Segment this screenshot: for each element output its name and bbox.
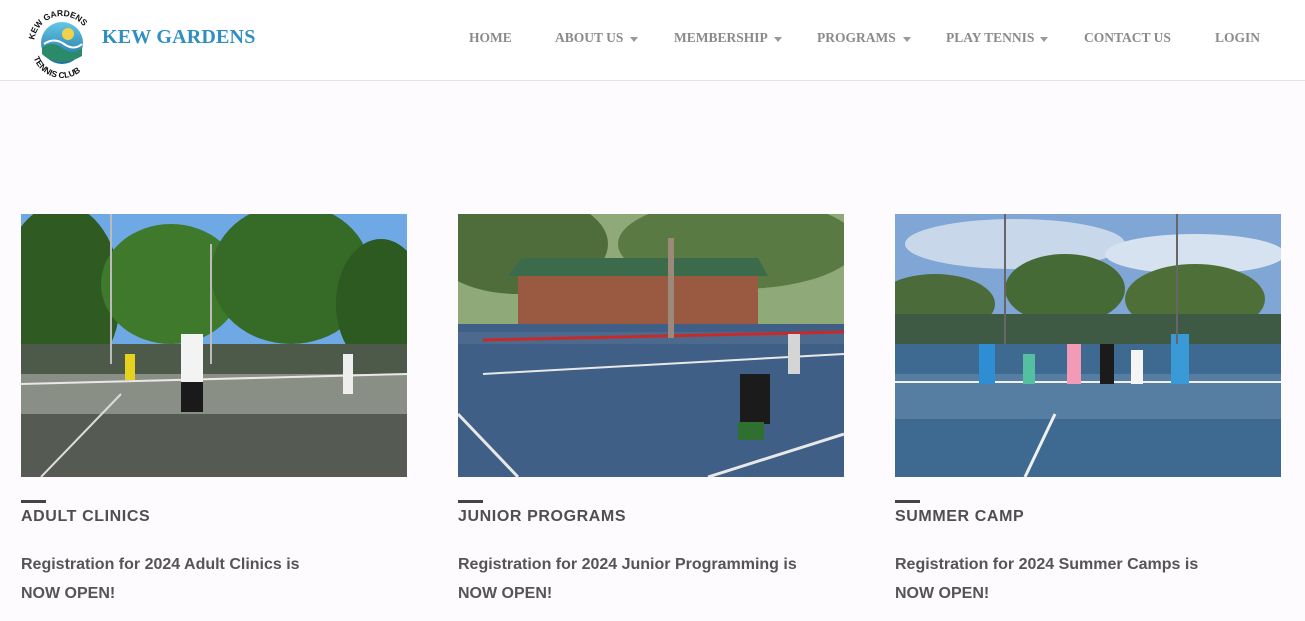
nav-login[interactable]: LOGIN <box>1215 30 1260 46</box>
chevron-down-icon[interactable] <box>903 37 911 42</box>
card-accent-rule <box>895 500 920 503</box>
adult-clinics-photo[interactable] <box>21 214 407 477</box>
card-accent-rule <box>458 500 483 503</box>
card-junior-programs: JUNIOR PROGRAMS Registration for 2024 Ju… <box>458 214 844 602</box>
nav-about-us[interactable]: ABOUT US <box>555 30 623 46</box>
card-text-line: Registration for 2024 Summer Camps is <box>895 556 1199 573</box>
card-description: Registration for 2024 Adult Clinics is N… <box>21 550 401 608</box>
nav-play-tennis[interactable]: PLAY TENNIS <box>946 30 1034 46</box>
card-accent-rule <box>21 500 46 503</box>
nav-programs[interactable]: PROGRAMS <box>817 30 896 46</box>
card-summer-camp: SUMMER CAMP Registration for 2024 Summer… <box>895 214 1281 602</box>
card-adult-clinics: ADULT CLINICS Registration for 2024 Adul… <box>21 214 407 602</box>
card-title[interactable]: ADULT CLINICS <box>21 508 150 526</box>
card-title[interactable]: SUMMER CAMP <box>895 508 1024 526</box>
card-text-line: Registration for 2024 Adult Clinics is <box>21 556 300 573</box>
card-text-line: NOW OPEN! <box>458 585 553 602</box>
nav-contact-us[interactable]: CONTACT US <box>1084 30 1171 46</box>
chevron-down-icon[interactable] <box>774 37 782 42</box>
card-text-line: Registration for 2024 Junior Programming… <box>458 556 797 573</box>
card-description: Registration for 2024 Junior Programming… <box>458 550 838 608</box>
nav-home[interactable]: HOME <box>469 30 512 46</box>
card-title[interactable]: JUNIOR PROGRAMS <box>458 508 626 526</box>
nav-membership[interactable]: MEMBERSHIP <box>674 30 768 46</box>
summer-camp-photo[interactable] <box>895 214 1281 477</box>
card-description: Registration for 2024 Summer Camps is NO… <box>895 550 1275 608</box>
card-text-line: NOW OPEN! <box>21 585 116 602</box>
chevron-down-icon[interactable] <box>630 37 638 42</box>
site-header: KEW GARDENS TENNIS CLUB KEW GARDENS HOME… <box>0 0 1305 81</box>
main-nav: HOME ABOUT US MEMBERSHIP PROGRAMS PLAY T… <box>0 30 1305 50</box>
card-text-line: NOW OPEN! <box>895 585 990 602</box>
junior-programs-photo[interactable] <box>458 214 844 477</box>
chevron-down-icon[interactable] <box>1040 37 1048 42</box>
